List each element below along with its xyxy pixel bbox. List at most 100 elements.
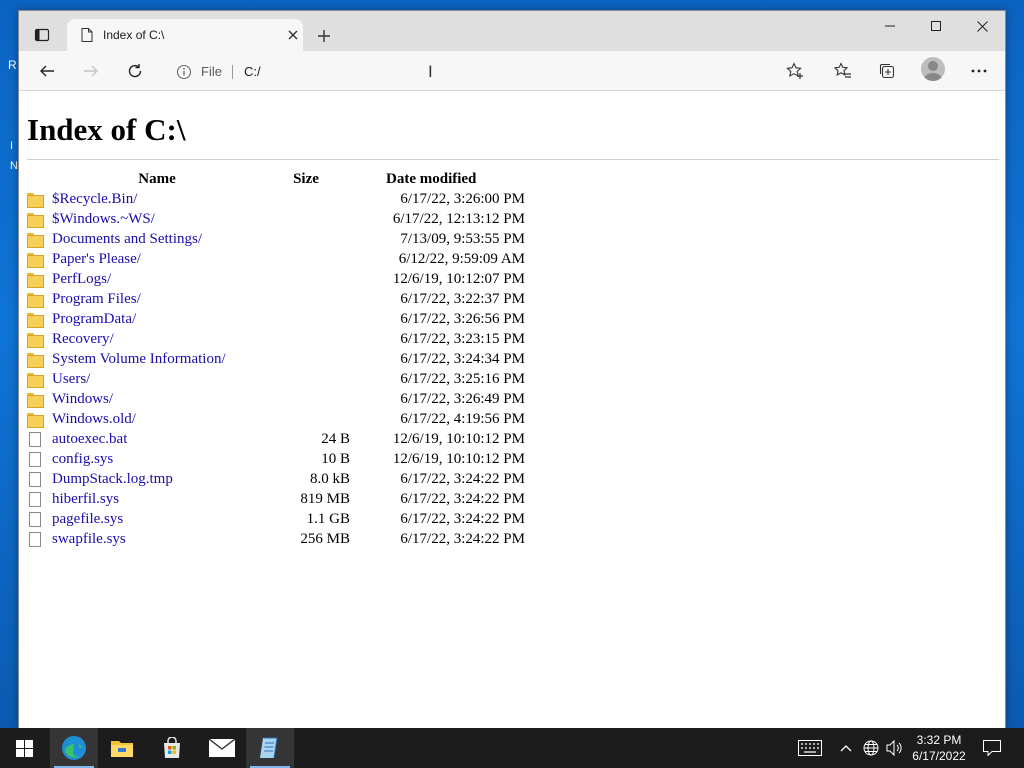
folder-icon (27, 232, 44, 248)
date-cell: 7/13/09, 9:53:55 PM (400, 230, 525, 247)
favorites-icon[interactable] (829, 59, 857, 83)
info-icon[interactable] (176, 64, 192, 85)
column-header-date[interactable]: Date modified (350, 169, 525, 189)
folder-link[interactable]: $Recycle.Bin/ (52, 191, 137, 207)
table-row: Windows.old/6/17/22, 4:19:56 PM (27, 409, 525, 429)
notification-icon[interactable] (978, 728, 1006, 768)
new-tab-button[interactable] (313, 25, 335, 47)
folder-link[interactable]: Paper's Please/ (52, 251, 141, 267)
file-icon (29, 491, 41, 507)
collections-icon[interactable] (873, 59, 901, 83)
folder-icon (27, 292, 44, 308)
icon-cell (27, 409, 52, 429)
file-link[interactable]: autoexec.bat (52, 431, 127, 447)
table-row: $Recycle.Bin/6/17/22, 3:26:00 PM (27, 189, 525, 209)
desktop-icon-label[interactable]: R (8, 58, 17, 72)
tab-active[interactable]: Index of C:\ (67, 19, 303, 51)
back-button[interactable] (33, 59, 61, 83)
date-cell: 6/17/22, 3:23:15 PM (400, 330, 525, 347)
folder-link[interactable]: System Volume Information/ (52, 351, 226, 367)
close-tab-icon[interactable] (285, 27, 301, 43)
folder-icon (27, 312, 44, 328)
date-cell: 6/17/22, 3:25:16 PM (400, 370, 525, 387)
divider (27, 159, 999, 160)
text-cursor-icon: I (428, 62, 433, 81)
icon-cell (27, 249, 52, 269)
folder-link[interactable]: Documents and Settings/ (52, 231, 202, 247)
file-explorer-icon[interactable] (98, 728, 146, 768)
file-link[interactable]: pagefile.sys (52, 511, 123, 527)
address-scheme: File (201, 64, 222, 79)
table-row: Users/6/17/22, 3:25:16 PM (27, 369, 525, 389)
folder-link[interactable]: $Windows.~WS/ (52, 211, 155, 227)
mail-icon[interactable] (198, 728, 246, 768)
icon-cell (27, 289, 52, 309)
refresh-button[interactable] (121, 59, 149, 83)
desktop-icon-label[interactable]: I (10, 140, 13, 152)
desktop-icon-label[interactable]: N (10, 160, 18, 172)
network-globe-icon[interactable] (860, 728, 882, 768)
table-row: DumpStack.log.tmp 8.0 kB 6/17/22, 3:24:22 … (27, 469, 525, 489)
folder-link[interactable]: Windows/ (52, 391, 113, 407)
folder-link[interactable]: Recovery/ (52, 331, 114, 347)
tab-actions-icon[interactable] (28, 22, 56, 48)
date-cell: 6/17/22, 3:26:56 PM (400, 310, 525, 327)
folder-icon (27, 192, 44, 208)
name-cell: PerfLogs/ (52, 269, 262, 289)
store-icon[interactable] (148, 728, 196, 768)
name-cell: swapfile.sys (52, 529, 262, 549)
more-menu-icon[interactable] (965, 59, 993, 83)
folder-icon (27, 212, 44, 228)
address-url[interactable]: C:/ (244, 64, 261, 79)
column-header-name[interactable]: Name (52, 169, 262, 189)
name-cell: Documents and Settings/ (52, 229, 262, 249)
edge-icon[interactable] (50, 728, 98, 768)
icon-cell (27, 189, 52, 209)
folder-link[interactable]: Windows.old/ (52, 411, 136, 427)
size-cell (262, 229, 350, 249)
close-window-button[interactable] (959, 11, 1005, 41)
file-link[interactable]: swapfile.sys (52, 531, 126, 547)
size-cell (262, 309, 350, 329)
date-cell: 6/17/22, 3:24:34 PM (400, 350, 525, 367)
table-header-row: Name Size Date modified (27, 169, 525, 189)
icon-cell (27, 509, 52, 529)
name-cell: config.sys (52, 449, 262, 469)
folder-link[interactable]: ProgramData/ (52, 311, 136, 327)
profile-avatar[interactable] (921, 57, 945, 81)
clock-date: 6/17/2022 (912, 749, 966, 763)
keyboard-icon[interactable] (796, 728, 824, 768)
folder-icon (27, 272, 44, 288)
system-clock[interactable]: 3:32 PM 6/17/2022 (904, 732, 974, 764)
folder-link[interactable]: Program Files/ (52, 291, 141, 307)
minimize-button[interactable] (867, 11, 913, 41)
file-link[interactable]: hiberfil.sys (52, 491, 119, 507)
page-title: Index of C:\ (27, 112, 186, 147)
volume-icon[interactable] (884, 728, 906, 768)
notepad-icon[interactable] (246, 728, 294, 768)
maximize-button[interactable] (913, 11, 959, 41)
icon-cell (27, 369, 52, 389)
table-row: autoexec.bat 24 B 12/6/19, 10:10:12 PM (27, 429, 525, 449)
address-bar[interactable]: File C:/ I (162, 55, 812, 87)
name-cell: $Recycle.Bin/ (52, 189, 262, 209)
name-cell: Recovery/ (52, 329, 262, 349)
size-cell: 1.1 GB (306, 510, 350, 527)
forward-button[interactable] (77, 59, 105, 83)
add-favorite-icon[interactable] (781, 59, 809, 83)
folder-link[interactable]: Users/ (52, 371, 90, 387)
tab-bar: Index of C:\ (19, 11, 1005, 51)
name-cell: System Volume Information/ (52, 349, 262, 369)
date-cell: 6/17/22, 4:19:56 PM (400, 410, 525, 427)
chevron-up-icon[interactable] (836, 728, 856, 768)
file-link[interactable]: config.sys (52, 451, 113, 467)
folder-link[interactable]: PerfLogs/ (52, 271, 111, 287)
column-header-size[interactable]: Size (262, 169, 350, 189)
table-row: hiberfil.sys 819 MB 6/17/22, 3:24:22 PM (27, 489, 525, 509)
size-cell: 256 MB (300, 530, 350, 547)
table-row: Windows/6/17/22, 3:26:49 PM (27, 389, 525, 409)
file-icon (29, 531, 41, 547)
start-button[interactable] (0, 728, 48, 768)
date-cell: 12/6/19, 10:10:12 PM (392, 430, 525, 447)
file-link[interactable]: DumpStack.log.tmp (52, 471, 173, 487)
